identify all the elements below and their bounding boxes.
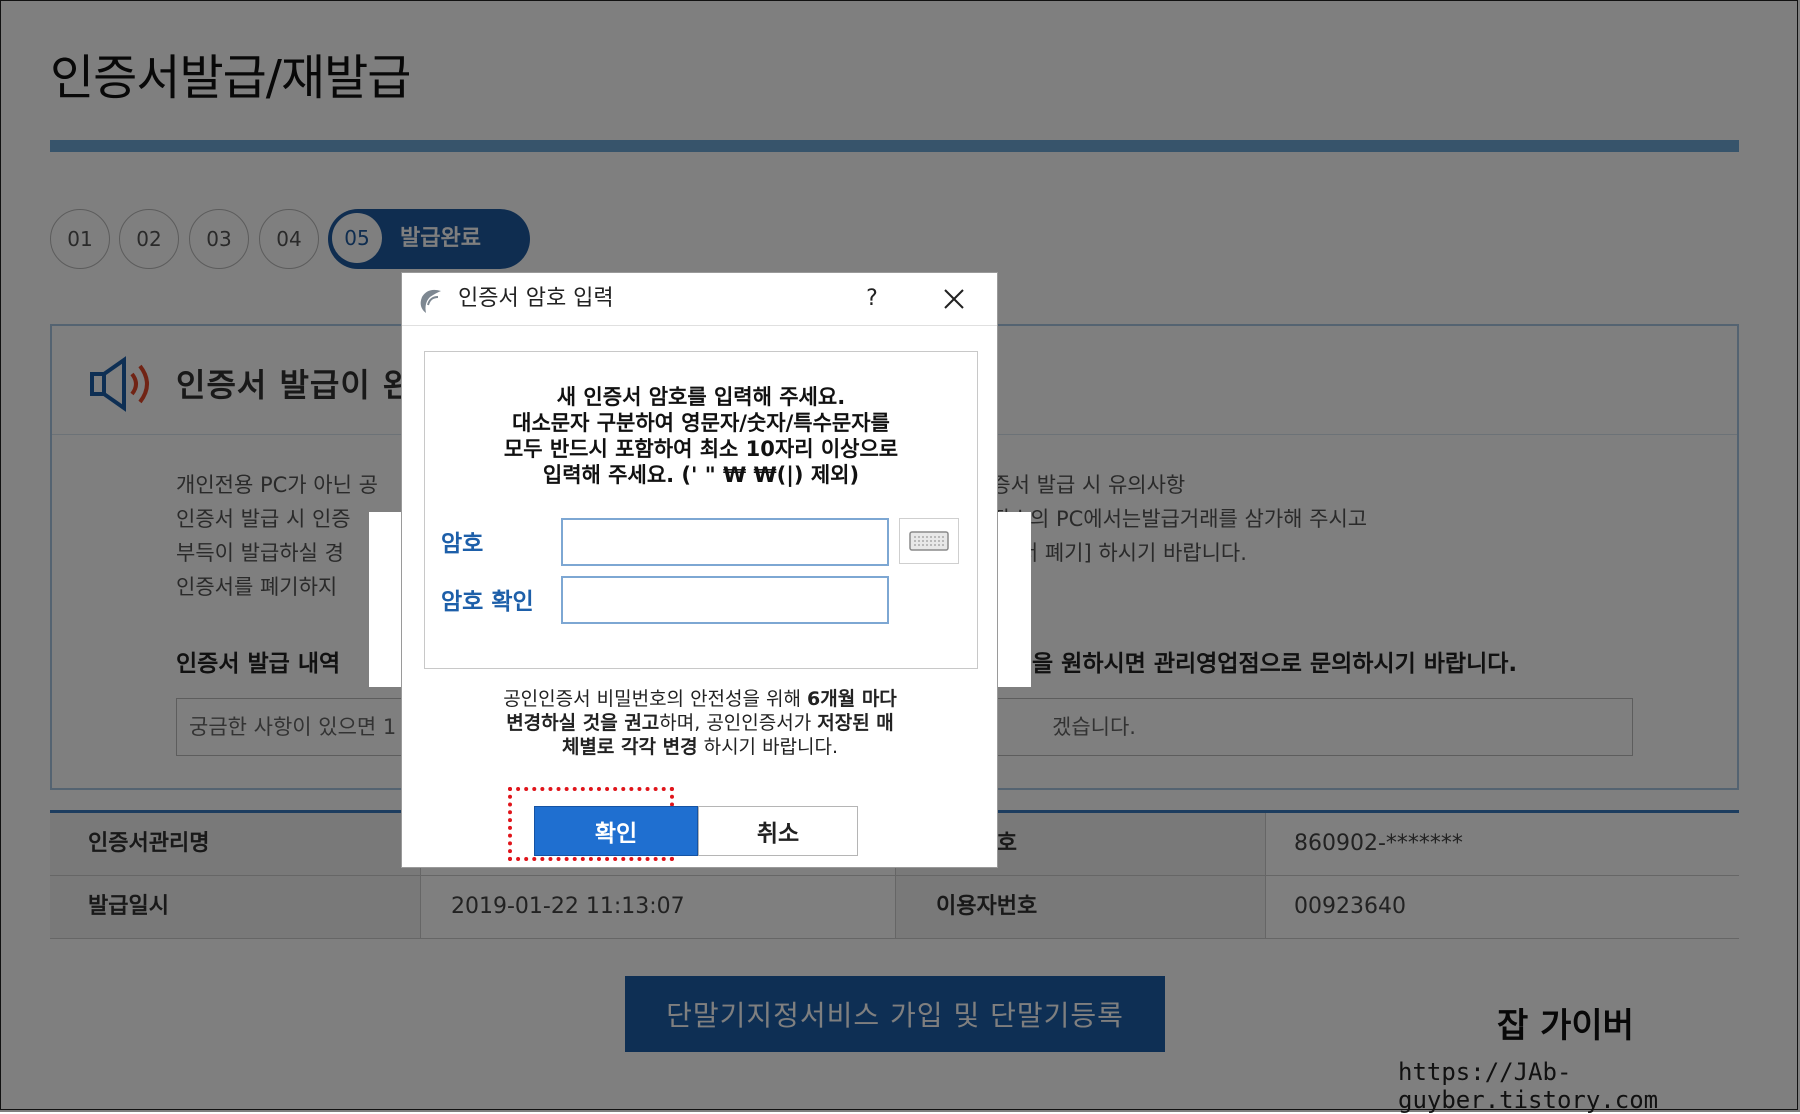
screenshot-border xyxy=(0,0,1798,1110)
